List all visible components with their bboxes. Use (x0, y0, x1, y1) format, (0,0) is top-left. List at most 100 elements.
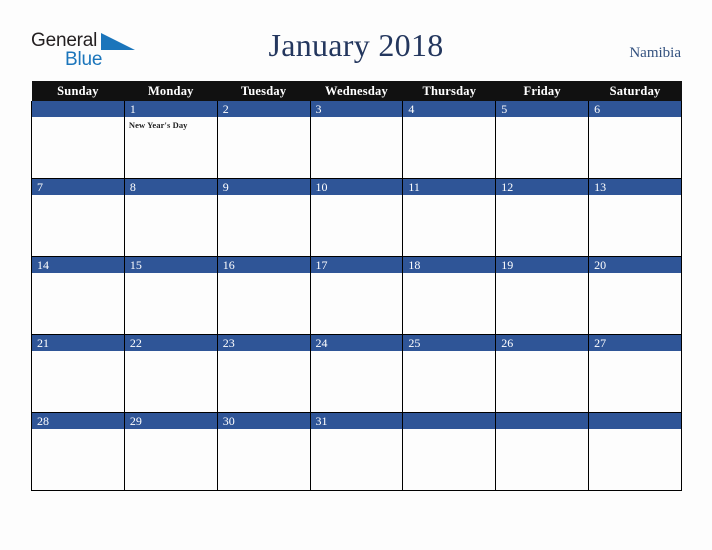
weekday-header-wednesday: Wednesday (310, 81, 403, 101)
day-number: 28 (32, 413, 124, 429)
calendar-day-cell[interactable]: 22 (123, 334, 218, 413)
calendar-day-cell[interactable]: 25 (402, 334, 497, 413)
calendar-header-row: Sunday Monday Tuesday Wednesday Thursday… (31, 81, 682, 101)
day-number: 21 (32, 335, 124, 351)
day-number: 16 (217, 257, 310, 273)
calendar-day-cell[interactable]: 2 (216, 101, 311, 179)
weekday-header-tuesday: Tuesday (217, 81, 311, 101)
calendar-day-cell[interactable]: 18 (402, 256, 497, 335)
day-number: 19 (496, 257, 589, 273)
calendar-day-cell[interactable] (31, 101, 125, 179)
calendar-day-cell[interactable]: 14 (31, 256, 125, 335)
day-number: 13 (589, 179, 681, 195)
day-events (311, 195, 403, 256)
day-number: 25 (403, 335, 496, 351)
day-number: 29 (124, 413, 217, 429)
calendar-day-cell[interactable] (588, 412, 682, 491)
day-events (403, 195, 495, 256)
calendar-day-cell[interactable]: 21 (31, 334, 125, 413)
weekday-header-sunday: Sunday (31, 81, 125, 101)
day-events (125, 195, 217, 256)
day-number (403, 413, 496, 429)
calendar-page: General Blue January 2018 Namibia Sunday… (0, 0, 712, 550)
day-events (311, 273, 403, 334)
page-header: General Blue January 2018 Namibia (0, 0, 712, 78)
calendar-day-cell[interactable]: 31 (309, 412, 404, 491)
calendar-week-row: 1 New Year's Day 2 3 4 5 6 (31, 101, 682, 179)
day-number: 24 (310, 335, 403, 351)
day-events (218, 117, 310, 178)
calendar-day-cell[interactable]: 28 (31, 412, 125, 491)
day-number: 31 (310, 413, 403, 429)
calendar-day-cell[interactable]: 20 (588, 256, 682, 335)
calendar-day-cell[interactable] (402, 412, 497, 491)
day-events (403, 429, 495, 490)
day-number: 7 (32, 179, 124, 195)
calendar-day-cell[interactable]: 23 (216, 334, 311, 413)
calendar-day-cell[interactable]: 19 (495, 256, 590, 335)
calendar-day-cell[interactable]: 26 (495, 334, 590, 413)
calendar-day-cell[interactable]: 29 (123, 412, 218, 491)
day-events (218, 429, 310, 490)
day-events (403, 117, 495, 178)
weekday-header-saturday: Saturday (588, 81, 682, 101)
day-number: 9 (217, 179, 310, 195)
day-events (311, 429, 403, 490)
day-events (32, 195, 124, 256)
day-number: 2 (217, 101, 310, 117)
day-events (311, 351, 403, 412)
calendar-day-cell[interactable]: 15 (123, 256, 218, 335)
calendar-body: 1 New Year's Day 2 3 4 5 6 7 8 9 10 11 1… (31, 101, 682, 491)
weekday-header-friday: Friday (495, 81, 589, 101)
calendar-week-row: 14 15 16 17 18 19 20 (31, 256, 682, 335)
day-events (125, 351, 217, 412)
calendar-day-cell[interactable]: 13 (588, 178, 682, 257)
day-events (32, 117, 124, 178)
day-events: New Year's Day (125, 117, 217, 178)
day-number: 5 (496, 101, 589, 117)
calendar-day-cell[interactable]: 6 (588, 101, 682, 179)
day-events (589, 117, 681, 178)
calendar-day-cell[interactable]: 27 (588, 334, 682, 413)
day-number: 6 (589, 101, 681, 117)
calendar-day-cell[interactable]: 7 (31, 178, 125, 257)
day-events (125, 273, 217, 334)
day-number: 18 (403, 257, 496, 273)
calendar-day-cell[interactable]: 10 (309, 178, 404, 257)
day-number: 26 (496, 335, 589, 351)
calendar-day-cell[interactable]: 8 (123, 178, 218, 257)
day-events (496, 117, 588, 178)
calendar-day-cell[interactable]: 24 (309, 334, 404, 413)
day-events (311, 117, 403, 178)
holiday-label: New Year's Day (128, 120, 188, 130)
calendar-week-row: 28 29 30 31 (31, 412, 682, 491)
day-number: 10 (310, 179, 403, 195)
day-events (496, 351, 588, 412)
day-events (218, 273, 310, 334)
calendar-day-cell[interactable]: 3 (309, 101, 404, 179)
page-title: January 2018 (268, 27, 444, 63)
calendar-day-cell[interactable]: 17 (309, 256, 404, 335)
day-events (496, 273, 588, 334)
day-events (125, 429, 217, 490)
day-number: 27 (589, 335, 681, 351)
region-label: Namibia (629, 45, 681, 61)
day-number: 20 (589, 257, 681, 273)
day-events (32, 429, 124, 490)
day-events (218, 351, 310, 412)
calendar-day-cell[interactable]: 30 (216, 412, 311, 491)
calendar-day-cell[interactable]: 1 New Year's Day (123, 101, 218, 179)
day-events (32, 273, 124, 334)
calendar-day-cell[interactable]: 9 (216, 178, 311, 257)
day-events (589, 195, 681, 256)
day-events (403, 273, 495, 334)
calendar-day-cell[interactable]: 5 (495, 101, 590, 179)
calendar-week-row: 7 8 9 10 11 12 13 (31, 178, 682, 257)
calendar-day-cell[interactable]: 11 (402, 178, 497, 257)
calendar-day-cell[interactable] (495, 412, 590, 491)
calendar-day-cell[interactable]: 12 (495, 178, 590, 257)
calendar-day-cell[interactable]: 4 (402, 101, 497, 179)
day-events (589, 429, 681, 490)
calendar-day-cell[interactable]: 16 (216, 256, 311, 335)
day-number: 17 (310, 257, 403, 273)
